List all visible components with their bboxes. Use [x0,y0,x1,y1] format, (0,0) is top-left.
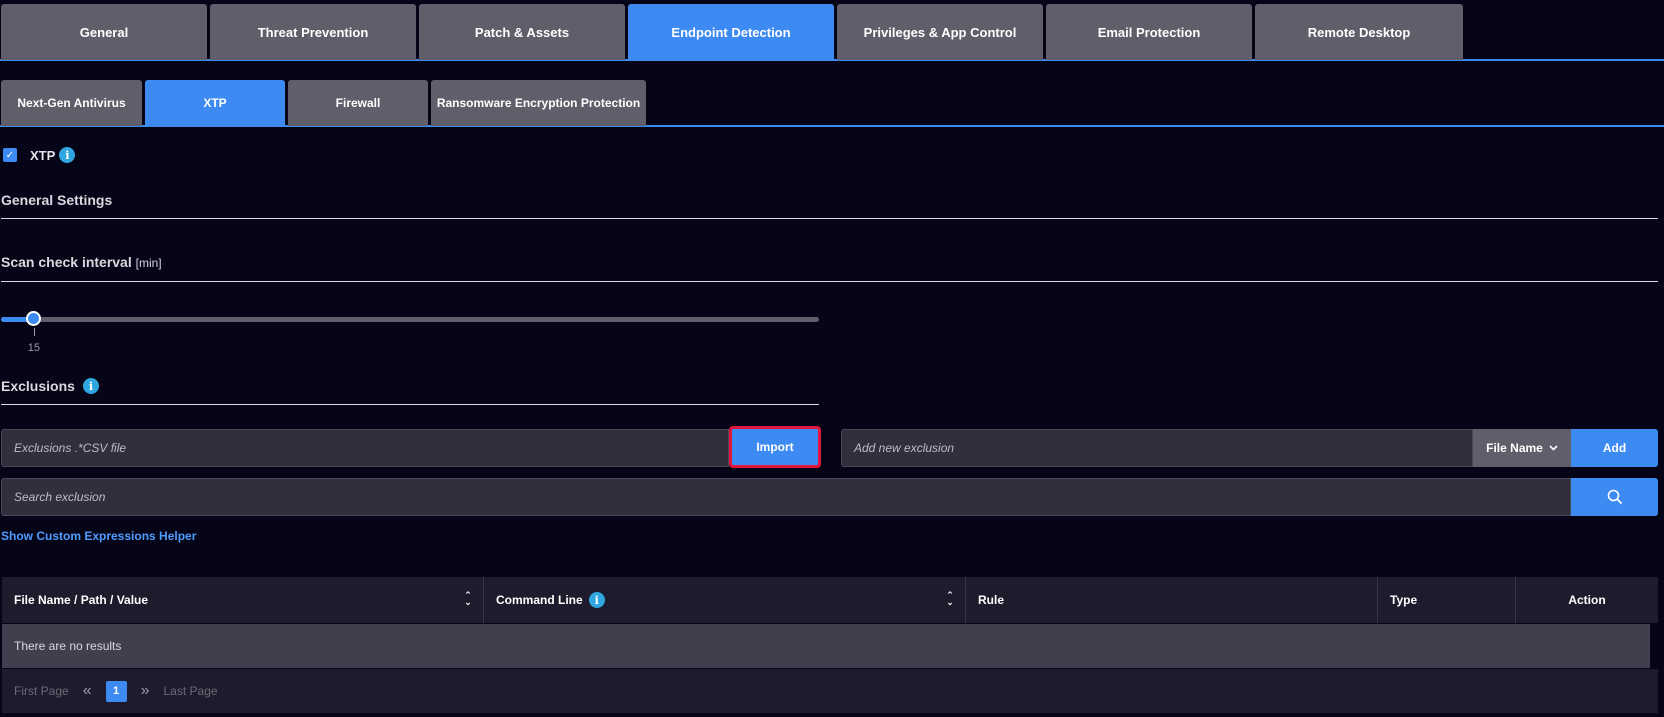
scan-interval-label: Scan check interval [1,254,132,270]
page-number[interactable]: 1 [105,680,127,702]
column-label: Command Line [496,593,583,607]
exclusions-title: Exclusions i [1,378,99,394]
column-header-command-line[interactable]: Command Line i ⌃ ⌄ [484,577,966,623]
tab-endpoint-detection[interactable]: Endpoint Detection [628,4,834,60]
column-header-action: Action [1568,593,1606,607]
import-button[interactable]: Import [729,426,821,468]
info-icon[interactable]: i [588,592,605,608]
xtp-label: XTP [30,147,56,163]
slider-thumb[interactable] [26,311,42,326]
info-icon[interactable]: i [82,378,99,394]
tab-next-gen-antivirus[interactable]: Next-Gen Antivirus [1,80,142,126]
tab-patch-assets[interactable]: Patch & Assets [419,4,625,60]
divider [1,404,819,405]
general-settings-title: General Settings [1,192,113,208]
slider-value: 15 [27,342,40,354]
divider [1,218,1658,219]
chevron-double-left-icon[interactable]: « [83,682,92,700]
first-page-link[interactable]: First Page [14,684,69,698]
info-icon[interactable]: i [59,147,76,163]
column-header-file-name[interactable]: File Name / Path / Value ⌃ ⌄ [2,577,484,623]
scan-interval-unit: [min] [135,256,162,270]
main-tab-bar: General Threat Prevention Patch & Assets… [0,4,1664,61]
chevron-down-icon [1549,445,1558,451]
search-button[interactable] [1571,478,1658,516]
exclusion-type-select[interactable]: File Name [1473,429,1571,467]
empty-results-text: There are no results [14,639,122,653]
search-icon [1607,489,1622,505]
sub-tab-bar: Next-Gen Antivirus XTP Firewall Ransomwa… [0,80,1664,127]
sort-icon[interactable]: ⌃ ⌄ [945,591,955,608]
column-header-rule: Rule [966,577,1378,623]
sort-icon[interactable]: ⌃ ⌄ [463,591,473,608]
tab-privileges-app-control[interactable]: Privileges & App Control [837,4,1043,60]
xtp-checkbox[interactable]: ✓ [3,148,17,162]
tab-ransomware-encryption-protection[interactable]: Ransomware Encryption Protection [431,80,646,126]
search-exclusion-input[interactable]: Search exclusion [1,478,1571,516]
scan-interval-slider[interactable] [1,317,819,322]
column-header-type: Type [1378,577,1516,623]
scan-interval-title: Scan check interval [min] [1,254,162,270]
table-header: File Name / Path / Value ⌃ ⌄ Command Line… [2,577,1658,623]
tab-xtp[interactable]: XTP [145,80,285,126]
empty-results-row: There are no results [2,624,1650,668]
tab-firewall[interactable]: Firewall [288,80,428,126]
add-button[interactable]: Add [1571,429,1658,467]
check-icon: ✓ [5,149,15,161]
divider [1,281,1658,282]
xtp-toggle-row: ✓ XTP i [3,147,76,163]
tab-remote-desktop[interactable]: Remote Desktop [1255,4,1463,60]
custom-expressions-helper-link[interactable]: Show Custom Expressions Helper [1,529,196,543]
tab-email-protection[interactable]: Email Protection [1046,4,1252,60]
column-label: File Name / Path / Value [14,593,149,607]
exclusion-type-value: File Name [1486,441,1543,455]
pagination: First Page « 1 » Last Page [2,669,1658,713]
exclusions-label: Exclusions [1,378,75,394]
slider-tick [33,328,35,336]
chevron-double-right-icon[interactable]: » [141,682,150,700]
new-exclusion-input[interactable]: Add new exclusion [841,429,1473,467]
tab-general[interactable]: General [1,4,207,60]
last-page-link[interactable]: Last Page [164,684,218,698]
csv-file-input[interactable]: Exclusions .*CSV file [1,429,729,467]
tab-threat-prevention[interactable]: Threat Prevention [210,4,416,60]
